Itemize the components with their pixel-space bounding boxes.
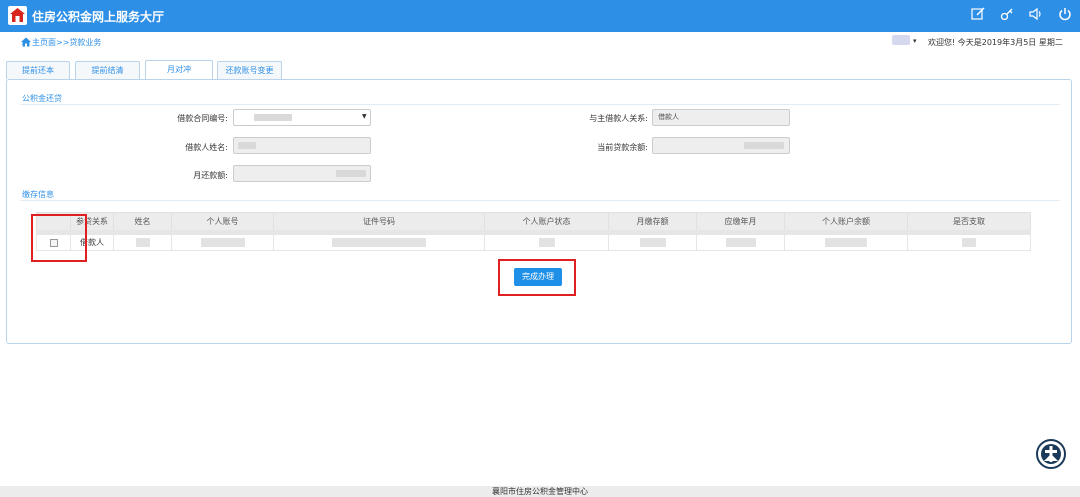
logo-icon bbox=[8, 6, 27, 25]
account-status-cell bbox=[484, 232, 609, 251]
divider bbox=[20, 104, 1060, 105]
redacted-name bbox=[238, 142, 256, 149]
account-balance-cell bbox=[784, 232, 908, 251]
column-header: 个人账号 bbox=[171, 212, 274, 235]
due-month-cell bbox=[696, 232, 785, 251]
section-title-repay: 公积金还贷 bbox=[22, 94, 62, 103]
divider bbox=[20, 200, 1060, 201]
redacted-value bbox=[538, 238, 555, 247]
column-header: 姓名 bbox=[113, 212, 172, 235]
tab-repay-account-change[interactable]: 还款账号变更 bbox=[217, 61, 282, 79]
table-row: 借款人 bbox=[36, 232, 1031, 251]
footer: 襄阳市住房公积金管理中心 bbox=[0, 486, 1080, 497]
breadcrumb[interactable]: 主页面>>贷款业务 bbox=[32, 37, 101, 48]
borrower-name-label: 借款人姓名: bbox=[185, 143, 228, 152]
speaker-icon[interactable] bbox=[1029, 7, 1043, 21]
complete-button[interactable]: 完成办理 bbox=[514, 268, 562, 286]
column-header: 个人账户状态 bbox=[484, 212, 609, 235]
edit-icon[interactable] bbox=[971, 7, 985, 21]
table-header: 参贷关系 姓名 个人账号 证件号码 个人账户状态 月缴存额 应缴年月 个人账户余… bbox=[36, 212, 1031, 235]
relation-field: 借款人 bbox=[652, 109, 790, 126]
deposit-table: 参贷关系 姓名 个人账号 证件号码 个人账户状态 月缴存额 应缴年月 个人账户余… bbox=[36, 212, 1031, 251]
withdrawn-cell bbox=[907, 232, 1031, 251]
app-title: 住房公积金网上服务大厅 bbox=[32, 10, 165, 24]
tab-monthly-offset[interactable]: 月对冲 bbox=[145, 60, 213, 80]
name-cell bbox=[113, 232, 172, 251]
redacted-value bbox=[200, 238, 245, 247]
redacted-value bbox=[332, 238, 426, 247]
home-icon[interactable] bbox=[21, 37, 31, 47]
redacted-value bbox=[639, 238, 666, 247]
power-icon[interactable] bbox=[1058, 7, 1072, 21]
tab-early-repay[interactable]: 提前还本 bbox=[6, 61, 70, 79]
column-header: 证件号码 bbox=[273, 212, 485, 235]
monthly-deposit-cell bbox=[608, 232, 697, 251]
sub-bar bbox=[0, 32, 1080, 53]
greeting-text: 欢迎您! 今天是2019年3月5日 星期二 bbox=[928, 38, 1063, 47]
column-header: 月缴存额 bbox=[608, 212, 697, 235]
column-header: 应缴年月 bbox=[696, 212, 785, 235]
chevron-down-icon[interactable]: ▾ bbox=[913, 37, 917, 45]
redacted-value bbox=[725, 238, 756, 247]
highlight-box-checkbox bbox=[31, 214, 87, 262]
tab-early-settle[interactable]: 提前结清 bbox=[75, 61, 140, 79]
redacted-value bbox=[135, 238, 150, 247]
key-icon[interactable] bbox=[1000, 7, 1014, 21]
id-number-cell bbox=[273, 232, 485, 251]
chevron-down-icon[interactable]: ▼ bbox=[362, 113, 367, 120]
avatar[interactable] bbox=[892, 35, 910, 45]
assistant-icon[interactable] bbox=[1036, 439, 1066, 469]
column-header: 是否支取 bbox=[907, 212, 1031, 235]
redacted-value bbox=[825, 238, 867, 247]
column-header: 个人账户余额 bbox=[784, 212, 908, 235]
account-cell bbox=[171, 232, 274, 251]
loan-balance-label: 当前贷款余额: bbox=[597, 143, 648, 152]
section-title-deposit: 缴存信息 bbox=[22, 190, 54, 199]
contract-label: 借款合同编号: bbox=[177, 114, 228, 123]
monthly-payment-label: 月还款额: bbox=[193, 171, 228, 180]
relation-label: 与主借款人关系: bbox=[589, 114, 648, 123]
redacted-balance bbox=[744, 142, 784, 149]
redacted-value bbox=[962, 238, 976, 247]
redacted-contract bbox=[254, 114, 292, 121]
redacted-monthly bbox=[336, 170, 366, 177]
